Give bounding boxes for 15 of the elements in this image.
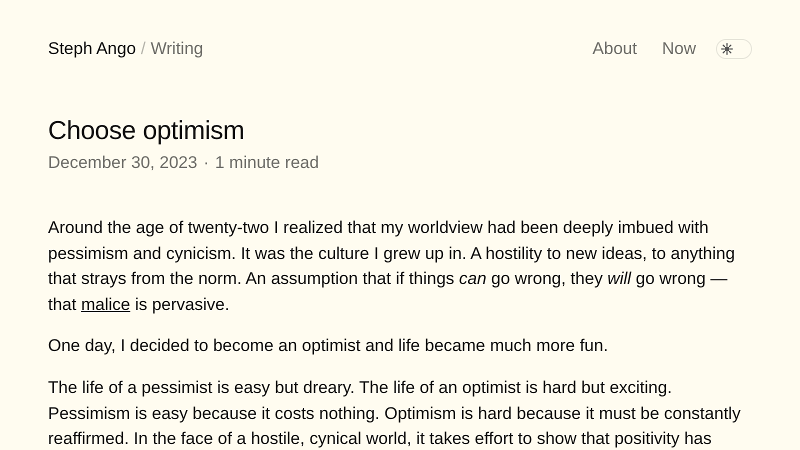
read-time: 1 minute read (215, 153, 319, 173)
paragraph: Around the age of twenty-two I realized that my worldview had been deeply imbued with pessimism and cynicism. It was the culture I grew up in. A hostility to new ideas, to anything that strays from the norm. An assumption that if things can go wrong, they will go wrong — that malice is pervasive. (48, 217, 736, 316)
section-link[interactable]: Writing (150, 38, 204, 58)
site-name-link[interactable]: Steph Ango (48, 38, 136, 58)
malice-link[interactable]: malice (81, 294, 130, 314)
theme-toggle[interactable] (716, 38, 752, 58)
nav-link[interactable]: Now (662, 38, 696, 58)
nav-link[interactable]: About (592, 38, 637, 58)
article-title: Choose optimism (48, 115, 246, 145)
breadcrumb-separator: / (140, 38, 146, 58)
paragraph: One day, I decided to become an optimist and life became much more fun. (48, 335, 610, 358)
paragraph: The life of a pessimist is easy but dreary. The life of an optimist is hard but exciting. Pessimism is easy because it costs nothing. Optimism is hard because it must be constantly reaffirmed. In the face of a hostile, cynical world, it takes effort to show that positivity has (48, 376, 742, 450)
meta-separator: · (203, 153, 209, 173)
sun-icon (721, 42, 733, 54)
article-date: December 30, 2023 (48, 153, 198, 173)
